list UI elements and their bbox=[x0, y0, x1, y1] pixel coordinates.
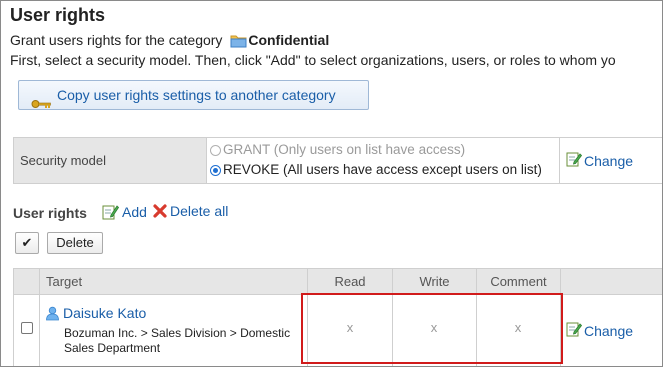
write-column-header: Write bbox=[419, 274, 450, 289]
user-name: Daisuke Kato bbox=[63, 305, 147, 321]
comment-column-header: Comment bbox=[490, 274, 547, 289]
check-all-button[interactable]: ✔ bbox=[15, 232, 39, 254]
security-model-header: Security model bbox=[14, 138, 207, 183]
comment-permission-value: x bbox=[514, 320, 522, 335]
copy-user-rights-button[interactable]: Copy user rights settings to another cat… bbox=[18, 80, 369, 110]
category-intro: Grant users rights for the category Conf… bbox=[10, 32, 329, 51]
edit-icon bbox=[566, 321, 583, 340]
security-model-change-link[interactable]: Change bbox=[566, 151, 633, 170]
revoke-label: REVOKE (All users have access except use… bbox=[223, 162, 542, 177]
delete-all-label: Delete all bbox=[170, 203, 229, 219]
edit-icon bbox=[566, 151, 583, 170]
delete-button[interactable]: Delete bbox=[47, 232, 103, 254]
user-rights-window: User rights Grant users rights for the c… bbox=[0, 0, 663, 367]
add-icon bbox=[102, 205, 119, 220]
column-divider bbox=[392, 269, 393, 366]
read-column-header: Read bbox=[334, 274, 366, 289]
divider bbox=[559, 138, 560, 183]
delete-icon bbox=[153, 204, 167, 218]
add-label: Add bbox=[122, 203, 147, 220]
delete-all-link[interactable]: Delete all bbox=[153, 203, 228, 219]
column-divider bbox=[476, 269, 477, 366]
instructions-text: First, select a security model. Then, cl… bbox=[10, 52, 616, 68]
row-checkbox[interactable] bbox=[21, 322, 33, 334]
security-model-options: GRANT (Only users on list have access) R… bbox=[210, 140, 542, 180]
column-divider bbox=[39, 269, 40, 366]
column-divider bbox=[307, 269, 308, 366]
security-model-table: Security model GRANT (Only users on list… bbox=[13, 137, 662, 184]
column-divider bbox=[560, 269, 561, 366]
change-label: Change bbox=[584, 152, 634, 169]
user-rights-table: Target Read Write Comment Daisuke Kato B… bbox=[13, 268, 662, 366]
grant-option: GRANT (Only users on list have access) bbox=[210, 140, 542, 160]
folder-icon bbox=[230, 34, 247, 51]
intro-text: Grant users rights for the category bbox=[10, 32, 223, 48]
revoke-option[interactable]: REVOKE (All users have access except use… bbox=[210, 160, 542, 180]
table-header: Target Read Write Comment bbox=[14, 269, 662, 295]
grant-radio bbox=[210, 144, 221, 156]
write-permission-value: x bbox=[430, 320, 438, 335]
user-rights-section-title: User rights bbox=[13, 205, 87, 221]
add-link[interactable]: Add bbox=[102, 203, 147, 220]
row-change-link[interactable]: Change bbox=[566, 321, 633, 340]
read-permission-value: x bbox=[346, 320, 354, 335]
grant-label: GRANT (Only users on list have access) bbox=[223, 142, 466, 157]
organization-path: Bozuman Inc. > Sales Division > Domestic… bbox=[64, 326, 291, 355]
target-column-header: Target bbox=[46, 274, 83, 289]
change-label: Change bbox=[584, 322, 634, 339]
revoke-radio[interactable] bbox=[210, 164, 221, 176]
checkmark-icon: ✔ bbox=[21, 235, 33, 250]
key-icon bbox=[31, 90, 51, 118]
user-link[interactable]: Daisuke Kato bbox=[45, 305, 146, 321]
page-title: User rights bbox=[10, 5, 106, 25]
category-name: Confidential bbox=[248, 32, 330, 48]
copy-user-rights-label: Copy user rights settings to another cat… bbox=[57, 87, 336, 103]
user-icon bbox=[46, 306, 59, 320]
